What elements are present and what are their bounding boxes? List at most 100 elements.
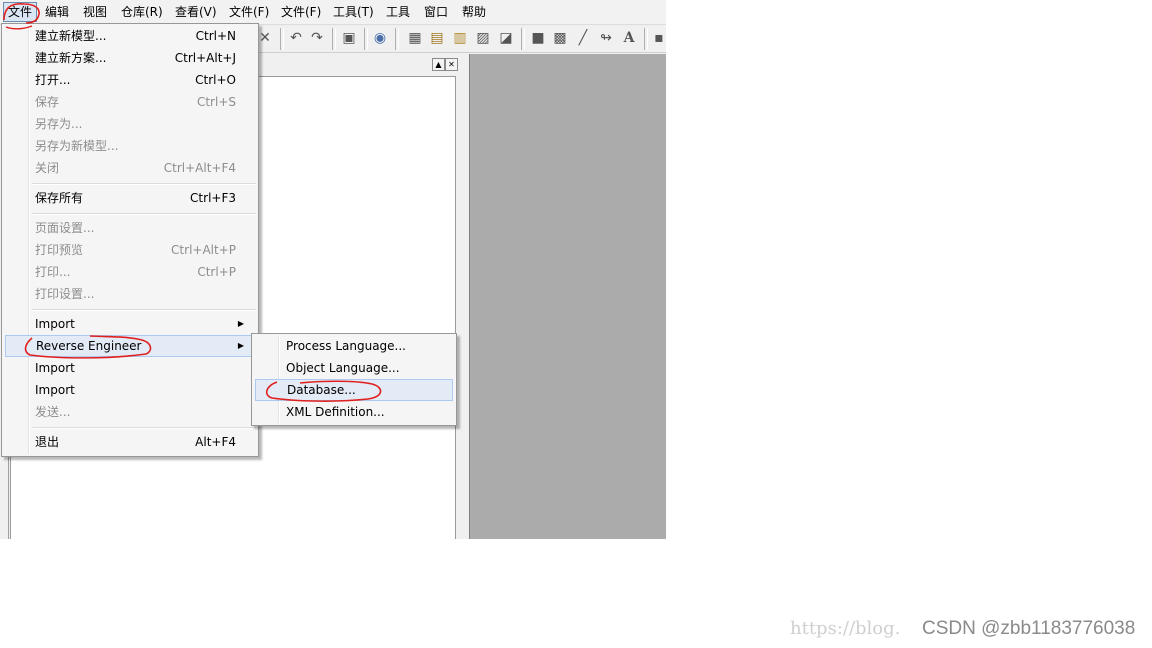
workspace-area[interactable] — [469, 54, 666, 539]
watermark-url: https://blog. — [790, 618, 901, 639]
menu-item-label: 打印预览 — [35, 243, 84, 257]
menu-item-label: 退出 — [35, 435, 60, 449]
menu-separator — [32, 183, 256, 185]
menu-separator — [32, 427, 256, 429]
rectangle-icon[interactable]: ■ — [529, 29, 547, 47]
new-package-icon[interactable]: ▦ — [406, 29, 424, 47]
menu-item-label: 建立新模型... — [35, 29, 107, 43]
menu-item-exit[interactable]: 退出 Alt+F4 — [4, 431, 254, 453]
menu-item-page-setup[interactable]: 页面设置... — [4, 217, 254, 239]
menu-item-label: 打印... — [35, 265, 71, 279]
submenu-arrow-icon: ▶ — [237, 319, 244, 328]
frame-icon[interactable]: ▩ — [551, 29, 569, 47]
submenu-item-object-language[interactable]: Object Language... — [254, 357, 452, 379]
submenu-item-label: XML Definition... — [286, 405, 385, 419]
menu-item-open[interactable]: 打开... Ctrl+O — [4, 69, 254, 91]
menu-item-import-2[interactable]: Import — [4, 357, 254, 379]
pane-header — [248, 57, 458, 70]
menu-help[interactable]: 帮助 — [458, 3, 490, 21]
restore-icon[interactable]: ▲ — [432, 58, 445, 71]
menu-bar: 文件 编辑 视图 仓库(R) 查看(V) 文件(F) 文件(F) 工具(T) 工… — [0, 0, 666, 25]
file-menu: 建立新模型... Ctrl+N 建立新方案... Ctrl+Alt+J 打开... C… — [1, 23, 259, 457]
submenu-item-label: Process Language... — [286, 339, 406, 353]
menu-item-import-3[interactable]: Import — [4, 379, 254, 401]
link-icon[interactable]: ↬ — [597, 29, 615, 47]
menu-item-send[interactable]: 发送... — [4, 401, 254, 423]
menu-item-label: 保存 — [35, 95, 60, 109]
menu-item-label: 打印设置... — [35, 287, 95, 301]
menu-item-label: 打开... — [35, 73, 71, 87]
submenu-item-label: Database... — [287, 383, 356, 397]
toolbar-separator — [395, 28, 399, 50]
toolbar: ✕ ↶ ↷ ▣ ◉ ▦ ▤ ▥ ▨ ◪ ■ ▩ ╱ ↬ A ▪ — [256, 25, 666, 53]
menu-item-new-project[interactable]: 建立新方案... Ctrl+Alt+J — [4, 47, 254, 69]
submenu-arrow-icon: ▶ — [237, 341, 244, 350]
menu-item-shortcut: Ctrl+F3 — [190, 191, 236, 205]
toolbar-separator — [280, 28, 284, 50]
line-icon[interactable]: ╱ — [574, 29, 592, 47]
menu-item-shortcut: Ctrl+Alt+J — [174, 51, 236, 65]
menu-file-f[interactable]: 文件(F) — [225, 3, 273, 21]
menu-item-save-as[interactable]: 另存为... — [4, 113, 254, 135]
menu-item-shortcut: Alt+F4 — [195, 435, 236, 449]
menu-tools[interactable]: 工具 — [382, 3, 414, 21]
palette-icon[interactable]: ▤ — [428, 29, 446, 47]
globe-icon[interactable]: ◉ — [371, 29, 389, 47]
submenu-item-label: Object Language... — [286, 361, 400, 375]
menu-item-shortcut: Ctrl+Alt+P — [171, 243, 236, 257]
menu-separator — [32, 213, 256, 215]
menu-item-label: 页面设置... — [35, 221, 95, 235]
toolbar-separator — [521, 28, 525, 50]
menu-window[interactable]: 窗口 — [420, 3, 452, 21]
menu-repository[interactable]: 仓库(R) — [117, 3, 167, 21]
watermark: https://blog. CSDN @zbb1183776038 — [790, 618, 1135, 640]
submenu-item-xml-definition[interactable]: XML Definition... — [254, 401, 452, 423]
menu-edit[interactable]: 编辑 — [41, 3, 73, 21]
menu-item-new-model[interactable]: 建立新模型... Ctrl+N — [4, 25, 254, 47]
undo-icon[interactable]: ↶ — [287, 29, 305, 47]
menu-item-print-preview[interactable]: 打印预览 Ctrl+Alt+P — [4, 239, 254, 261]
menu-item-label: 建立新方案... — [35, 51, 107, 65]
note-icon[interactable]: ◪ — [497, 29, 515, 47]
menu-item-reverse-engineer[interactable]: Reverse Engineer ▶ — [5, 335, 254, 357]
menu-item-close[interactable]: 关闭 Ctrl+Alt+F4 — [4, 157, 254, 179]
text-icon[interactable]: A — [620, 29, 638, 47]
toolbar-separator — [332, 28, 336, 50]
menu-item-save-as-new-model[interactable]: 另存为新模型... — [4, 135, 254, 157]
menu-item-label: 关闭 — [35, 161, 60, 175]
menu-item-save[interactable]: 保存 Ctrl+S — [4, 91, 254, 113]
menu-item-label: 发送... — [35, 405, 71, 419]
toolbar-separator — [644, 28, 648, 50]
menu-item-print[interactable]: 打印... Ctrl+P — [4, 261, 254, 283]
menu-item-label: 保存所有 — [35, 191, 84, 205]
menu-item-label: Reverse Engineer — [36, 339, 142, 353]
menu-item-shortcut: Ctrl+N — [195, 29, 236, 43]
image-icon[interactable]: ▨ — [474, 29, 492, 47]
menu-tools-t[interactable]: 工具(T) — [329, 3, 378, 21]
menu-file-f-2[interactable]: 文件(F) — [277, 3, 325, 21]
submenu-item-database[interactable]: Database... — [255, 379, 453, 401]
menu-look[interactable]: 查看(V) — [171, 3, 221, 21]
menu-item-label: Import — [35, 317, 75, 331]
menu-item-import[interactable]: Import ▶ — [4, 313, 254, 335]
menu-item-save-all[interactable]: 保存所有 Ctrl+F3 — [4, 187, 254, 209]
menu-item-label: 另存为新模型... — [35, 139, 119, 153]
close-pane-icon[interactable]: ✕ — [445, 58, 458, 71]
new-table-icon[interactable]: ▥ — [451, 29, 469, 47]
menu-item-shortcut: Ctrl+O — [195, 73, 236, 87]
menu-item-print-setup[interactable]: 打印设置... — [4, 283, 254, 305]
more-icon[interactable]: ▪ — [650, 29, 666, 47]
menu-item-shortcut: Ctrl+P — [197, 265, 236, 279]
menu-file[interactable]: 文件 — [3, 2, 38, 22]
menu-item-shortcut: Ctrl+S — [196, 95, 236, 109]
watermark-csdn: CSDN @zbb1183776038 — [922, 618, 1136, 639]
menu-separator — [32, 309, 256, 311]
toolbar-separator — [364, 28, 368, 50]
redo-icon[interactable]: ↷ — [308, 29, 326, 47]
submenu-item-process-language[interactable]: Process Language... — [254, 335, 452, 357]
menu-item-shortcut: Ctrl+Alt+F4 — [163, 161, 236, 175]
menu-view[interactable]: 视图 — [79, 3, 111, 21]
print-icon[interactable]: ▣ — [340, 29, 358, 47]
menu-item-label: Import — [35, 361, 75, 375]
reverse-engineer-submenu: Process Language... Object Language... D… — [251, 333, 457, 426]
